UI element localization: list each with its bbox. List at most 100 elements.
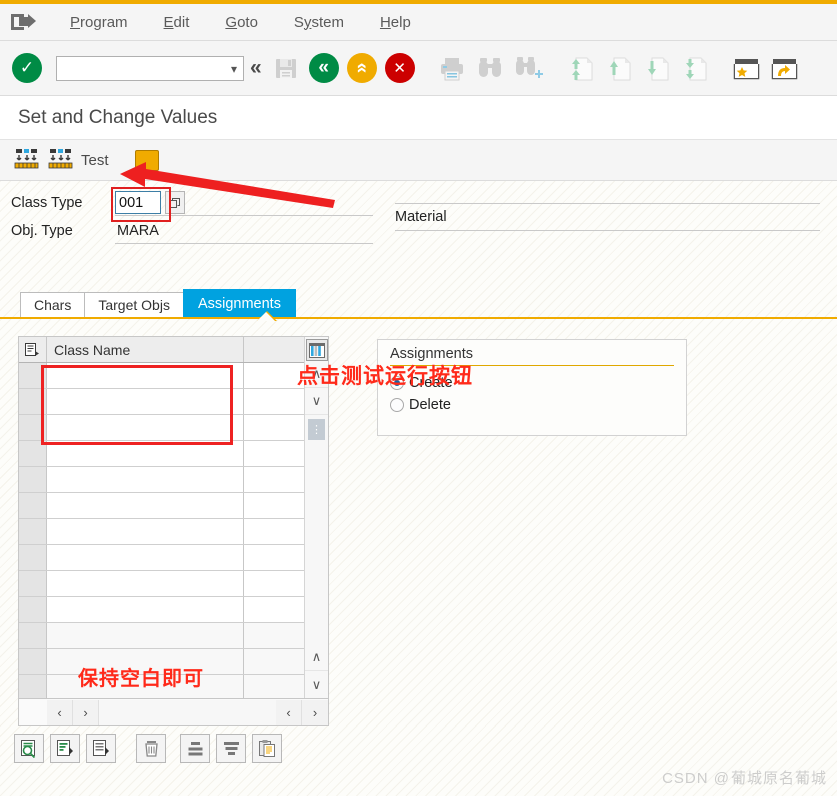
table-row[interactable] — [19, 415, 304, 441]
watermark: CSDN @葡城原名葡城 — [662, 767, 827, 788]
row-selector-cell[interactable] — [19, 571, 47, 596]
up-icon[interactable]: » — [346, 53, 377, 83]
enter-button[interactable]: ✓ — [12, 53, 42, 83]
row-selector-cell[interactable] — [19, 441, 47, 466]
row-filler-cell — [244, 415, 304, 440]
hscroll-right2-button[interactable]: › — [302, 699, 328, 725]
delete-row-icon[interactable] — [136, 734, 166, 763]
chevron-down-icon[interactable]: ▾ — [231, 62, 237, 76]
table-row[interactable] — [19, 597, 304, 623]
tab-chars[interactable]: Chars — [20, 292, 86, 317]
annotation-keep-blank: 保持空白即可 — [78, 668, 204, 690]
save-icon — [270, 52, 302, 84]
scroll-page-bottom-button[interactable]: ∨ — [305, 671, 329, 698]
tab-target-objs[interactable]: Target Objs — [84, 292, 184, 317]
scroll-down-button[interactable]: ∨ — [304, 388, 328, 415]
obj-type-value: MARA — [117, 222, 159, 239]
insert-row-icon[interactable] — [180, 734, 210, 763]
radio-delete-icon[interactable] — [390, 398, 404, 412]
menu-item-edit[interactable]: Edit — [146, 12, 208, 33]
annotation-arrow — [120, 162, 335, 208]
grid-horizontal-scrollbar[interactable]: ‹ › ‹ › — [19, 698, 328, 725]
scroll-page-up-button[interactable]: ∧ — [304, 644, 328, 671]
hscroll-left2-button[interactable]: ‹ — [276, 699, 302, 725]
row-filler-cell — [244, 493, 304, 518]
cell-class-name[interactable] — [47, 415, 244, 440]
scrollbar-thumb[interactable]: ⋮ — [308, 419, 325, 440]
cell-class-name[interactable] — [47, 441, 244, 466]
test-button[interactable]: Test — [48, 148, 109, 172]
sort-ascending-icon[interactable] — [50, 734, 80, 763]
cancel-icon[interactable]: ✕ — [384, 53, 415, 83]
cell-class-name[interactable] — [47, 389, 244, 414]
table-row[interactable] — [19, 493, 304, 519]
table-settings-icon[interactable] — [305, 339, 328, 361]
grid-header-row: Class Name — [19, 337, 304, 363]
row-selector-cell[interactable] — [19, 389, 47, 414]
cell-class-name[interactable] — [47, 519, 244, 544]
material-field-group: Material — [395, 203, 820, 231]
row-filler-cell — [244, 363, 304, 388]
select-all-icon[interactable] — [19, 337, 47, 362]
table-row[interactable] — [19, 571, 304, 597]
table-row[interactable] — [19, 441, 304, 467]
exit-icon[interactable]: « — [308, 53, 339, 83]
tab-caret — [257, 312, 275, 321]
cell-class-name[interactable] — [47, 571, 244, 596]
sort-descending-icon[interactable] — [86, 734, 116, 763]
table-row[interactable] — [19, 389, 304, 415]
radio-option-delete[interactable]: Delete — [390, 394, 674, 416]
table-row[interactable] — [19, 623, 304, 649]
row-filler-cell — [244, 467, 304, 492]
cell-class-name[interactable] — [47, 597, 244, 622]
row-selector-cell[interactable] — [19, 649, 47, 674]
hscroll-left-button[interactable]: ‹ — [47, 699, 73, 725]
system-menu-icon[interactable] — [10, 11, 36, 33]
class-type-label: Class Type — [11, 195, 83, 211]
row-filler-cell — [244, 649, 304, 674]
menu-item-help[interactable]: Help — [362, 12, 429, 33]
table-row[interactable] — [19, 519, 304, 545]
cell-class-name[interactable] — [47, 467, 244, 492]
table-row[interactable] — [19, 467, 304, 493]
row-selector-cell[interactable] — [19, 675, 47, 698]
cell-class-name[interactable] — [47, 493, 244, 518]
row-filler-cell — [244, 623, 304, 648]
grid-vertical-scrollbar[interactable]: ∧ ∨ ⋮ ∧ ∨ — [304, 337, 328, 698]
cell-class-name[interactable] — [47, 545, 244, 570]
row-selector-cell[interactable] — [19, 363, 47, 388]
hscroll-track[interactable] — [99, 699, 276, 725]
row-selector-cell[interactable] — [19, 467, 47, 492]
execute-icon[interactable] — [14, 148, 40, 172]
tab-assignments[interactable]: Assignments — [182, 289, 296, 317]
back-icon[interactable]: « — [250, 56, 262, 80]
table-row[interactable] — [19, 363, 304, 389]
table-row[interactable] — [19, 545, 304, 571]
paste-icon[interactable] — [252, 734, 282, 763]
menu-bar: PProgramrogram Edit Goto System Help — [0, 4, 837, 41]
grid-column-header-class-name[interactable]: Class Name — [47, 337, 244, 362]
row-selector-cell[interactable] — [19, 623, 47, 648]
cell-class-name[interactable] — [47, 363, 244, 388]
row-selector-cell[interactable] — [19, 597, 47, 622]
row-filler-cell — [244, 441, 304, 466]
print-icon — [436, 52, 468, 84]
command-input[interactable] — [57, 56, 243, 80]
find-display-icon[interactable] — [14, 734, 44, 763]
row-filler-cell — [244, 675, 304, 698]
command-field[interactable]: ▾ — [56, 55, 244, 81]
row-selector-cell[interactable] — [19, 545, 47, 570]
cell-class-name[interactable] — [47, 623, 244, 648]
row-filler-cell — [244, 597, 304, 622]
material-label: Material — [395, 204, 820, 231]
hscroll-right-button[interactable]: › — [73, 699, 99, 725]
filter-icon[interactable] — [216, 734, 246, 763]
menu-item-system[interactable]: System — [276, 12, 362, 33]
menu-item-goto[interactable]: Goto — [207, 12, 276, 33]
row-selector-cell[interactable] — [19, 519, 47, 544]
tab-strip: Chars Target Objs Assignments — [20, 289, 296, 317]
grid-body[interactable] — [19, 363, 304, 698]
row-selector-cell[interactable] — [19, 415, 47, 440]
row-selector-cell[interactable] — [19, 493, 47, 518]
menu-item-program[interactable]: PProgramrogram — [52, 12, 146, 33]
